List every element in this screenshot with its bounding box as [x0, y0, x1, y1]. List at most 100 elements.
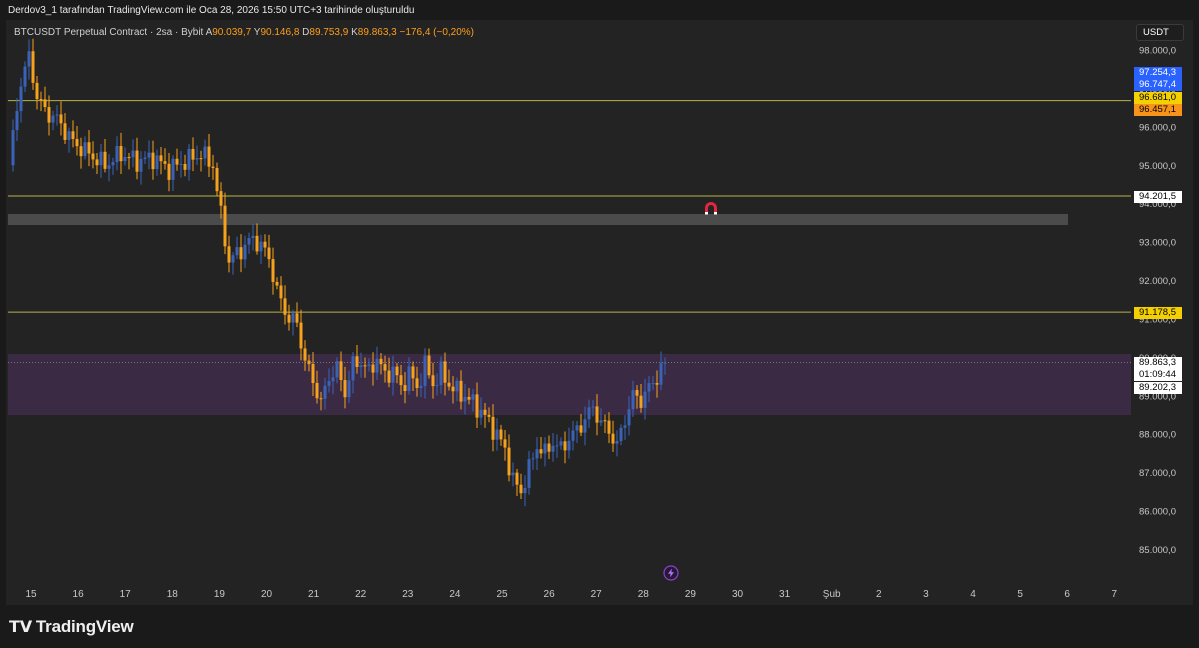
time-axis-tick: 18 [167, 589, 179, 600]
candle-body [99, 151, 103, 166]
candle-body [383, 364, 387, 371]
candle-body [623, 425, 627, 428]
candle [291, 309, 295, 336]
candle [103, 138, 107, 173]
candle-body [43, 99, 47, 108]
candle-body [335, 361, 339, 378]
candle [79, 137, 83, 169]
candle-body [447, 382, 451, 387]
candle-body [415, 378, 419, 388]
candle [55, 105, 59, 126]
candle [203, 139, 207, 166]
candle-body [619, 427, 623, 442]
candle-body [515, 472, 519, 485]
price-axis-tick: 87.000,0 [1139, 468, 1176, 479]
candle [91, 141, 95, 169]
candle [619, 424, 623, 446]
candle [535, 437, 539, 471]
candle-body [467, 396, 471, 400]
candle-body [107, 165, 111, 169]
symbol-name[interactable]: BTCUSDT Perpetual Contract · 2sa · Bybit [14, 27, 203, 38]
candle-body [643, 391, 647, 408]
candle-body [27, 51, 31, 67]
candle-body [567, 440, 571, 451]
candle [247, 232, 251, 254]
candle-body [251, 235, 255, 239]
price-axis-tick: 85.000,0 [1139, 545, 1176, 556]
purple-zone [8, 354, 1131, 415]
candle-body [535, 449, 539, 459]
time-axis-tick: 5 [1017, 589, 1023, 600]
currency-button[interactable]: USDT [1136, 24, 1184, 41]
tradingview-logo[interactable]: 𝗧𝗩 TradingView [9, 617, 134, 637]
candle-body [71, 131, 75, 139]
candle [539, 436, 543, 459]
price-tag-orange: 96.457,1 [1134, 104, 1182, 116]
candle-body [403, 385, 407, 391]
candle-body [663, 362, 667, 364]
candle [567, 427, 571, 459]
candle-body [631, 390, 635, 410]
candle [11, 119, 15, 172]
candle [175, 148, 179, 171]
candle-body [291, 313, 295, 323]
candle [543, 437, 547, 467]
candle-body [367, 364, 371, 367]
candle [243, 235, 247, 268]
candle-body [463, 396, 467, 402]
magnet-icon[interactable] [705, 202, 717, 215]
candle-body [123, 157, 127, 162]
price-axis-tick: 88.000,0 [1139, 430, 1176, 441]
candle-body [639, 395, 643, 408]
candle-body [451, 386, 455, 392]
candle-body [207, 146, 211, 167]
lightning-icon[interactable] [663, 565, 679, 581]
candle [623, 415, 627, 440]
candle-body [91, 153, 95, 160]
candle-body [23, 66, 27, 87]
candle-body [11, 130, 15, 166]
candle-body [167, 163, 171, 180]
candle-body [411, 366, 415, 379]
candle [171, 155, 175, 192]
candle-body [231, 255, 235, 263]
brand-name: TradingView [35, 617, 134, 636]
candle [19, 77, 23, 123]
candle [279, 276, 283, 311]
candle [251, 223, 255, 251]
candle-body [79, 146, 83, 157]
candle [503, 429, 507, 461]
candle [519, 473, 523, 499]
candle [575, 421, 579, 443]
candle-body [611, 433, 615, 444]
time-axis-tick: 24 [449, 589, 461, 600]
candle-body [191, 148, 195, 160]
candle-body [147, 152, 151, 158]
candle [127, 152, 131, 170]
candle-body [387, 370, 391, 383]
candle-body [259, 241, 263, 252]
axis-layer: 98.000,097.000,096.000,095.000,094.000,0… [25, 46, 1176, 601]
time-axis-tick: 17 [120, 589, 132, 600]
candle-body [135, 150, 139, 172]
candle [163, 148, 167, 170]
candle-body [591, 406, 595, 408]
candle-body [555, 445, 559, 447]
candle-body [63, 123, 67, 140]
candle-body [199, 158, 203, 160]
candle-body [615, 441, 619, 444]
close-value: 89.863,3 [357, 27, 397, 38]
candle [239, 234, 243, 273]
candle-body [527, 459, 531, 488]
price-chart[interactable]: 98.000,097.000,096.000,095.000,094.000,0… [0, 0, 1199, 648]
candle [187, 144, 191, 181]
candle-body [271, 259, 275, 282]
candle [191, 137, 195, 172]
candle-body [563, 441, 567, 451]
candle-body [627, 409, 631, 426]
candle-body [439, 361, 443, 386]
candle-body [279, 285, 283, 299]
candle [131, 139, 135, 168]
candle [559, 437, 563, 450]
candle-body [83, 142, 87, 157]
